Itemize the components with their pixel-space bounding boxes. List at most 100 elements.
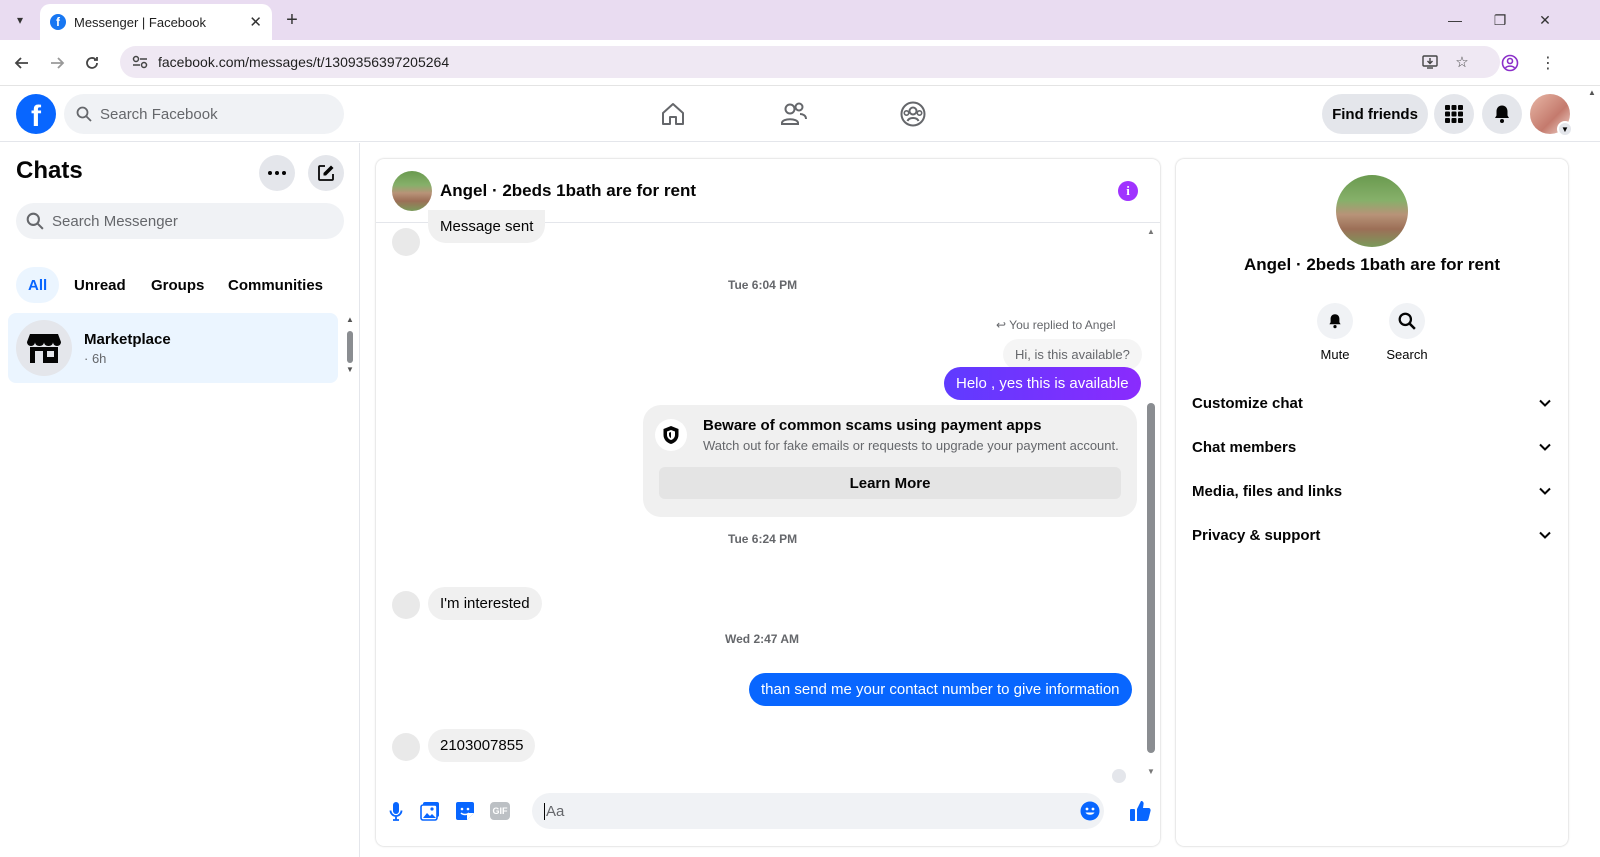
account-avatar[interactable]: ▼ [1530, 94, 1573, 137]
customize-chat-section[interactable]: Customize chat [1192, 381, 1552, 425]
scam-warning-title: Beware of common scams using payment app… [703, 417, 1042, 434]
scroll-down-icon[interactable]: ▼ [346, 365, 354, 374]
site-info-icon[interactable] [126, 55, 154, 69]
browser-tab-bar: ▾ f Messenger | Facebook ✕ + — ❐ ✕ [0, 0, 1600, 40]
chevron-down-icon [1539, 443, 1551, 451]
filter-unread[interactable]: Unread [62, 267, 138, 303]
back-arrow-icon[interactable] [10, 51, 34, 75]
message-input-placeholder: Aa [544, 802, 565, 820]
search-icon [1389, 303, 1425, 339]
chevron-down-icon [1539, 487, 1551, 495]
new-message-icon[interactable] [308, 155, 344, 191]
conversation-info-icon[interactable]: i [1118, 181, 1138, 201]
microphone-icon[interactable] [384, 799, 408, 823]
url-text: facebook.com/messages/t/1309356397205264 [158, 54, 450, 70]
mute-label: Mute [1320, 347, 1350, 362]
conversation-panel: Angel · 2beds 1bath are for rent i Messa… [376, 159, 1160, 846]
filter-groups[interactable]: Groups [139, 267, 216, 303]
sidebar-scrollbar[interactable]: ▲ ▼ [345, 315, 355, 375]
contact-name: Angel · 2beds 1bath are for rent [1244, 255, 1500, 274]
chats-sidebar: Chats Search Messenger All Unread Groups… [0, 143, 360, 857]
timestamp: Tue 6:04 PM [728, 278, 798, 292]
gif-label: GIF [490, 802, 510, 820]
scam-warning-card: Beware of common scams using payment app… [643, 405, 1137, 517]
install-app-icon[interactable] [1418, 50, 1442, 74]
chevron-down-icon [1539, 399, 1551, 407]
browser-menu-icon[interactable]: ⋮ [1536, 51, 1560, 75]
scroll-down-icon[interactable]: ▼ [1147, 767, 1155, 776]
quoted-message[interactable]: Hi, is this available? [1003, 339, 1142, 370]
find-friends-button[interactable]: Find friends [1322, 94, 1428, 134]
scroll-up-icon[interactable]: ▲ [346, 315, 354, 324]
thumbs-up-icon[interactable] [1128, 799, 1152, 823]
browser-tab[interactable]: f Messenger | Facebook ✕ [40, 4, 272, 40]
search-label: Search [1386, 347, 1428, 362]
search-icon [76, 106, 92, 122]
menu-grid-icon[interactable] [1434, 94, 1474, 134]
facebook-search-input[interactable]: Search Facebook [64, 94, 344, 134]
page-scroll-up-icon[interactable]: ▲ [1588, 88, 1596, 97]
incoming-message[interactable]: I'm interested [428, 587, 542, 620]
tab-list-chevron-icon[interactable]: ▾ [8, 8, 32, 32]
scam-warning-description: Watch out for fake emails or requests to… [703, 438, 1119, 453]
address-bar[interactable]: facebook.com/messages/t/1309356397205264… [120, 46, 1500, 78]
outgoing-message[interactable]: than send me your contact number to give… [749, 673, 1132, 706]
tab-close-icon[interactable]: ✕ [249, 13, 262, 31]
mute-button[interactable]: Mute [1305, 303, 1365, 362]
restore-icon[interactable]: ❐ [1485, 8, 1515, 32]
tab-title: Messenger | Facebook [74, 14, 206, 30]
facebook-search-placeholder: Search Facebook [100, 105, 218, 123]
window-close-icon[interactable]: ✕ [1530, 8, 1560, 32]
contact-avatar [392, 228, 420, 256]
incoming-message[interactable]: Message sent [428, 210, 546, 243]
messenger-search-input[interactable]: Search Messenger [16, 203, 344, 239]
section-label: Media, files and links [1192, 482, 1343, 500]
timestamp: Tue 6:24 PM [728, 532, 798, 546]
new-tab-plus-icon[interactable]: + [280, 8, 304, 32]
conversation-title[interactable]: Angel · 2beds 1bath are for rent [440, 181, 696, 201]
reply-arrow-icon: ↩ [996, 318, 1010, 332]
filter-all[interactable]: All [16, 267, 60, 303]
facebook-logo[interactable]: f [16, 94, 56, 134]
outgoing-message[interactable]: Helo , yes this is available [944, 367, 1141, 400]
chat-time: · 6h [84, 351, 107, 366]
messenger-search-placeholder: Search Messenger [52, 212, 178, 230]
filter-communities[interactable]: Communities [216, 267, 335, 303]
chats-title: Chats [16, 157, 83, 184]
conversation-scrollbar[interactable]: ▲ ▼ [1144, 223, 1158, 783]
forward-arrow-icon[interactable] [45, 51, 69, 75]
shield-icon [655, 419, 687, 451]
message-input[interactable]: Aa [532, 793, 1104, 829]
incoming-message[interactable]: 2103007855 [428, 729, 536, 762]
emoji-icon[interactable] [1080, 801, 1100, 821]
sticker-icon[interactable] [453, 799, 477, 823]
reply-indicator-text: You replied to Angel [1009, 318, 1116, 332]
scroll-up-icon[interactable]: ▲ [1147, 227, 1155, 236]
reload-icon[interactable] [80, 51, 104, 75]
learn-more-button[interactable]: Learn More [659, 467, 1121, 499]
sidebar-scroll-thumb[interactable] [347, 331, 353, 363]
chat-name: Marketplace [84, 331, 171, 348]
privacy-support-section[interactable]: Privacy & support [1192, 513, 1552, 557]
conversation-avatar[interactable] [392, 171, 432, 211]
more-options-icon[interactable] [259, 155, 295, 191]
home-nav-icon[interactable] [618, 90, 728, 138]
notifications-bell-icon[interactable] [1482, 94, 1522, 134]
photo-icon[interactable] [418, 799, 442, 823]
conversation-scroll-thumb[interactable] [1147, 403, 1155, 753]
profile-icon[interactable] [1498, 51, 1522, 75]
media-files-links-section[interactable]: Media, files and links [1192, 469, 1552, 513]
reply-indicator: ↩ You replied to Angel [996, 318, 1115, 332]
groups-nav-icon[interactable] [858, 90, 968, 138]
search-icon [26, 212, 44, 230]
chat-members-section[interactable]: Chat members [1192, 425, 1552, 469]
minimize-icon[interactable]: — [1440, 8, 1470, 32]
contact-profile-photo[interactable] [1336, 175, 1408, 247]
chat-list-item-marketplace[interactable]: Marketplace · 6h [8, 313, 338, 383]
bell-icon [1317, 303, 1353, 339]
bookmark-star-icon[interactable]: ☆ [1450, 50, 1474, 74]
gif-icon[interactable]: GIF [488, 799, 512, 823]
section-label: Customize chat [1192, 394, 1303, 412]
friends-nav-icon[interactable] [738, 90, 848, 138]
search-in-conversation-button[interactable]: Search [1377, 303, 1437, 362]
